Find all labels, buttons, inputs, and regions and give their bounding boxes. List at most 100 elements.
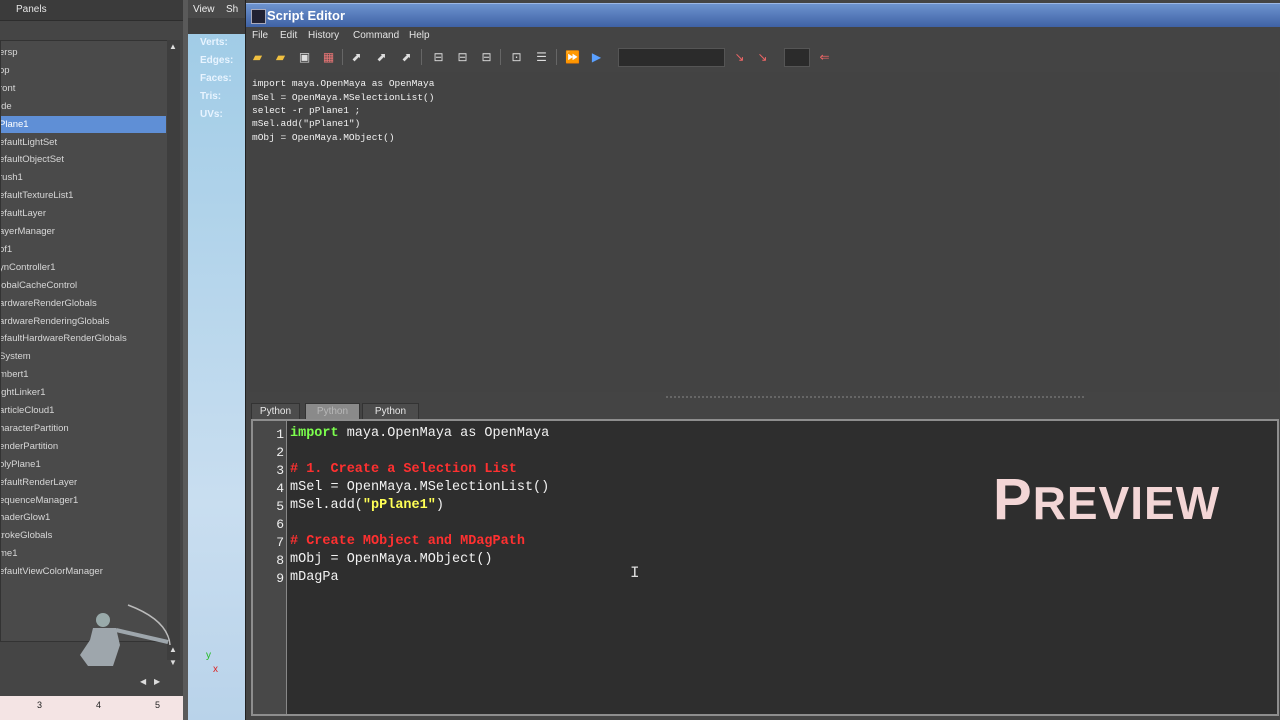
list-icon[interactable]: ☰ xyxy=(533,49,550,65)
menu-view[interactable]: View xyxy=(193,4,215,15)
tab-python-3[interactable]: Python xyxy=(362,403,419,419)
watermark-rest: REVIEW xyxy=(1032,477,1221,529)
outliner-item[interactable]: enderPartition xyxy=(1,438,166,455)
line-number: 5 xyxy=(276,499,284,514)
line-number: 4 xyxy=(276,481,284,496)
outliner-item[interactable]: me1 xyxy=(1,545,166,562)
code-line: mSel.add("pPlane1") xyxy=(290,498,444,513)
outliner-item[interactable]: ersp xyxy=(1,44,166,61)
code-line: mSel = OpenMaya.MSelectionList() xyxy=(290,480,550,495)
menu-file[interactable]: File xyxy=(252,30,268,41)
line-number: 3 xyxy=(276,463,284,478)
outliner-item[interactable]: ynController1 xyxy=(1,259,166,276)
text-cursor-icon: I xyxy=(630,564,640,582)
execute-all-icon[interactable]: ⏩ xyxy=(564,49,581,65)
toolbar-separator xyxy=(342,49,343,65)
menu-command[interactable]: Command xyxy=(353,30,399,41)
menu-edit[interactable]: Edit xyxy=(280,30,297,41)
code-text: mSel.add( xyxy=(290,498,363,513)
toolbar-separator xyxy=(500,49,501,65)
save-to-shelf-icon[interactable]: ▦ xyxy=(320,49,337,65)
echo-all-commands-icon[interactable]: ⬈ xyxy=(348,49,365,65)
viewport-panel[interactable]: View Sh Verts: Edges: Faces: Tris: UVs: … xyxy=(188,0,245,720)
preview-watermark: PREVIEW xyxy=(993,466,1220,533)
title-bar[interactable]: Script Editor xyxy=(246,3,1280,27)
outliner-item[interactable]: rush1 xyxy=(1,169,166,186)
search-backward-icon[interactable]: ↘ xyxy=(754,49,771,65)
show-history-icon[interactable]: ⊟ xyxy=(430,49,447,65)
code-comment: # 1. Create a Selection List xyxy=(290,462,517,477)
code-comment: # Create MObject and MDagPath xyxy=(290,534,525,549)
outliner-item[interactable]: equenceManager1 xyxy=(1,492,166,509)
outliner-item[interactable]: articleCloud1 xyxy=(1,402,166,419)
outliner-item[interactable]: Plane1 xyxy=(1,115,166,133)
outliner-item[interactable]: efaultRenderLayer xyxy=(1,474,166,491)
hud-tris: Tris: xyxy=(200,91,222,102)
menu-shading[interactable]: Sh xyxy=(226,4,238,15)
outliner-item[interactable]: efaultObjectSet xyxy=(1,151,166,168)
line-number: 9 xyxy=(276,571,284,586)
outliner-item[interactable]: ardwareRenderGlobals xyxy=(1,295,166,312)
outliner-list[interactable]: erspoprontidePlane1efaultLightSetefaultO… xyxy=(0,40,169,642)
hud-faces: Faces: xyxy=(200,73,232,84)
execute-icon[interactable]: ▶ xyxy=(588,49,605,65)
source-script-icon[interactable]: ▰ xyxy=(272,49,289,65)
outliner-item[interactable]: efaultViewColorManager xyxy=(1,563,166,580)
hud-uvs: UVs: xyxy=(200,109,223,120)
code-line: mDagPa xyxy=(290,570,339,585)
show-both-icon[interactable]: ⊟ xyxy=(478,49,495,65)
viewport-toolbar[interactable] xyxy=(188,18,245,34)
history-line: mObj = OpenMaya.MObject() xyxy=(252,132,395,143)
outliner-item[interactable]: mbert1 xyxy=(1,366,166,383)
menu-help[interactable]: Help xyxy=(409,30,430,41)
window-title: Script Editor xyxy=(267,8,346,23)
outliner-item[interactable]: haderGlow1 xyxy=(1,509,166,526)
outliner-item[interactable]: System xyxy=(1,348,166,365)
outliner-item[interactable]: efaultTextureList1 xyxy=(1,187,166,204)
show-line-numbers-icon[interactable]: ⬈ xyxy=(373,49,390,65)
outliner-item[interactable]: olyPlane1 xyxy=(1,456,166,473)
show-input-icon[interactable]: ⊟ xyxy=(454,49,471,65)
history-pane[interactable]: import maya.OpenMaya as OpenMaya mSel = … xyxy=(249,72,1279,392)
scroll-right-arrow-icon[interactable]: ▶ xyxy=(154,677,160,686)
history-line: import maya.OpenMaya as OpenMaya xyxy=(252,78,435,89)
open-script-icon[interactable]: ▰ xyxy=(249,49,266,65)
scroll-up-arrow-icon[interactable]: ▲ xyxy=(169,42,177,51)
outliner-item[interactable]: op xyxy=(1,62,166,79)
search-forward-icon[interactable]: ↘ xyxy=(731,49,748,65)
outliner-item[interactable]: of1 xyxy=(1,241,166,258)
outliner-item[interactable]: efaultHardwareRenderGlobals xyxy=(1,330,166,347)
outliner-item[interactable]: ardwareRenderingGlobals xyxy=(1,313,166,330)
outliner-item[interactable]: haracterPartition xyxy=(1,420,166,437)
menu-panels[interactable]: Panels xyxy=(16,4,47,15)
tab-python-2[interactable]: Python xyxy=(305,403,360,419)
save-script-icon[interactable]: ▣ xyxy=(296,49,313,65)
outliner-item[interactable]: ightLinker1 xyxy=(1,384,166,401)
show-stack-trace-icon[interactable]: ⬈ xyxy=(398,49,415,65)
input-tabs: Python Python Python xyxy=(246,401,1280,419)
code-input-area[interactable]: 1 2 3 4 5 6 7 8 9 import maya.OpenMaya a… xyxy=(251,419,1279,716)
tab-python-1[interactable]: Python xyxy=(251,403,300,419)
pane-splitter[interactable] xyxy=(666,396,1086,398)
menu-history[interactable]: History xyxy=(308,30,339,41)
axis-x-label: x xyxy=(213,664,218,675)
clear-history-icon[interactable]: ⊡ xyxy=(508,49,525,65)
outliner-item[interactable]: efaultLayer xyxy=(1,205,166,222)
code-string: "pPlane1" xyxy=(362,498,436,513)
search-field[interactable] xyxy=(618,48,725,67)
goto-line-icon[interactable]: ⇐ xyxy=(816,49,833,65)
line-number: 8 xyxy=(276,553,284,568)
outliner-item[interactable]: lobalCacheControl xyxy=(1,277,166,294)
outliner-item[interactable]: efaultLightSet xyxy=(1,134,166,151)
code-text: ) xyxy=(435,498,444,513)
outliner-scrollbar[interactable]: ▲ ▲ ▼ xyxy=(167,40,180,667)
outliner-item[interactable]: ront xyxy=(1,80,166,97)
outliner-item[interactable]: ide xyxy=(1,98,166,115)
outliner-item[interactable]: trokeGlobals xyxy=(1,527,166,544)
script-editor-icon xyxy=(251,9,266,24)
scroll-left-arrow-icon[interactable]: ◀ xyxy=(140,677,146,686)
toolbar-separator xyxy=(421,49,422,65)
goto-line-field[interactable] xyxy=(784,48,810,67)
outliner-item[interactable]: ayerManager xyxy=(1,223,166,240)
code-text: maya.OpenMaya as OpenMaya xyxy=(338,426,550,441)
